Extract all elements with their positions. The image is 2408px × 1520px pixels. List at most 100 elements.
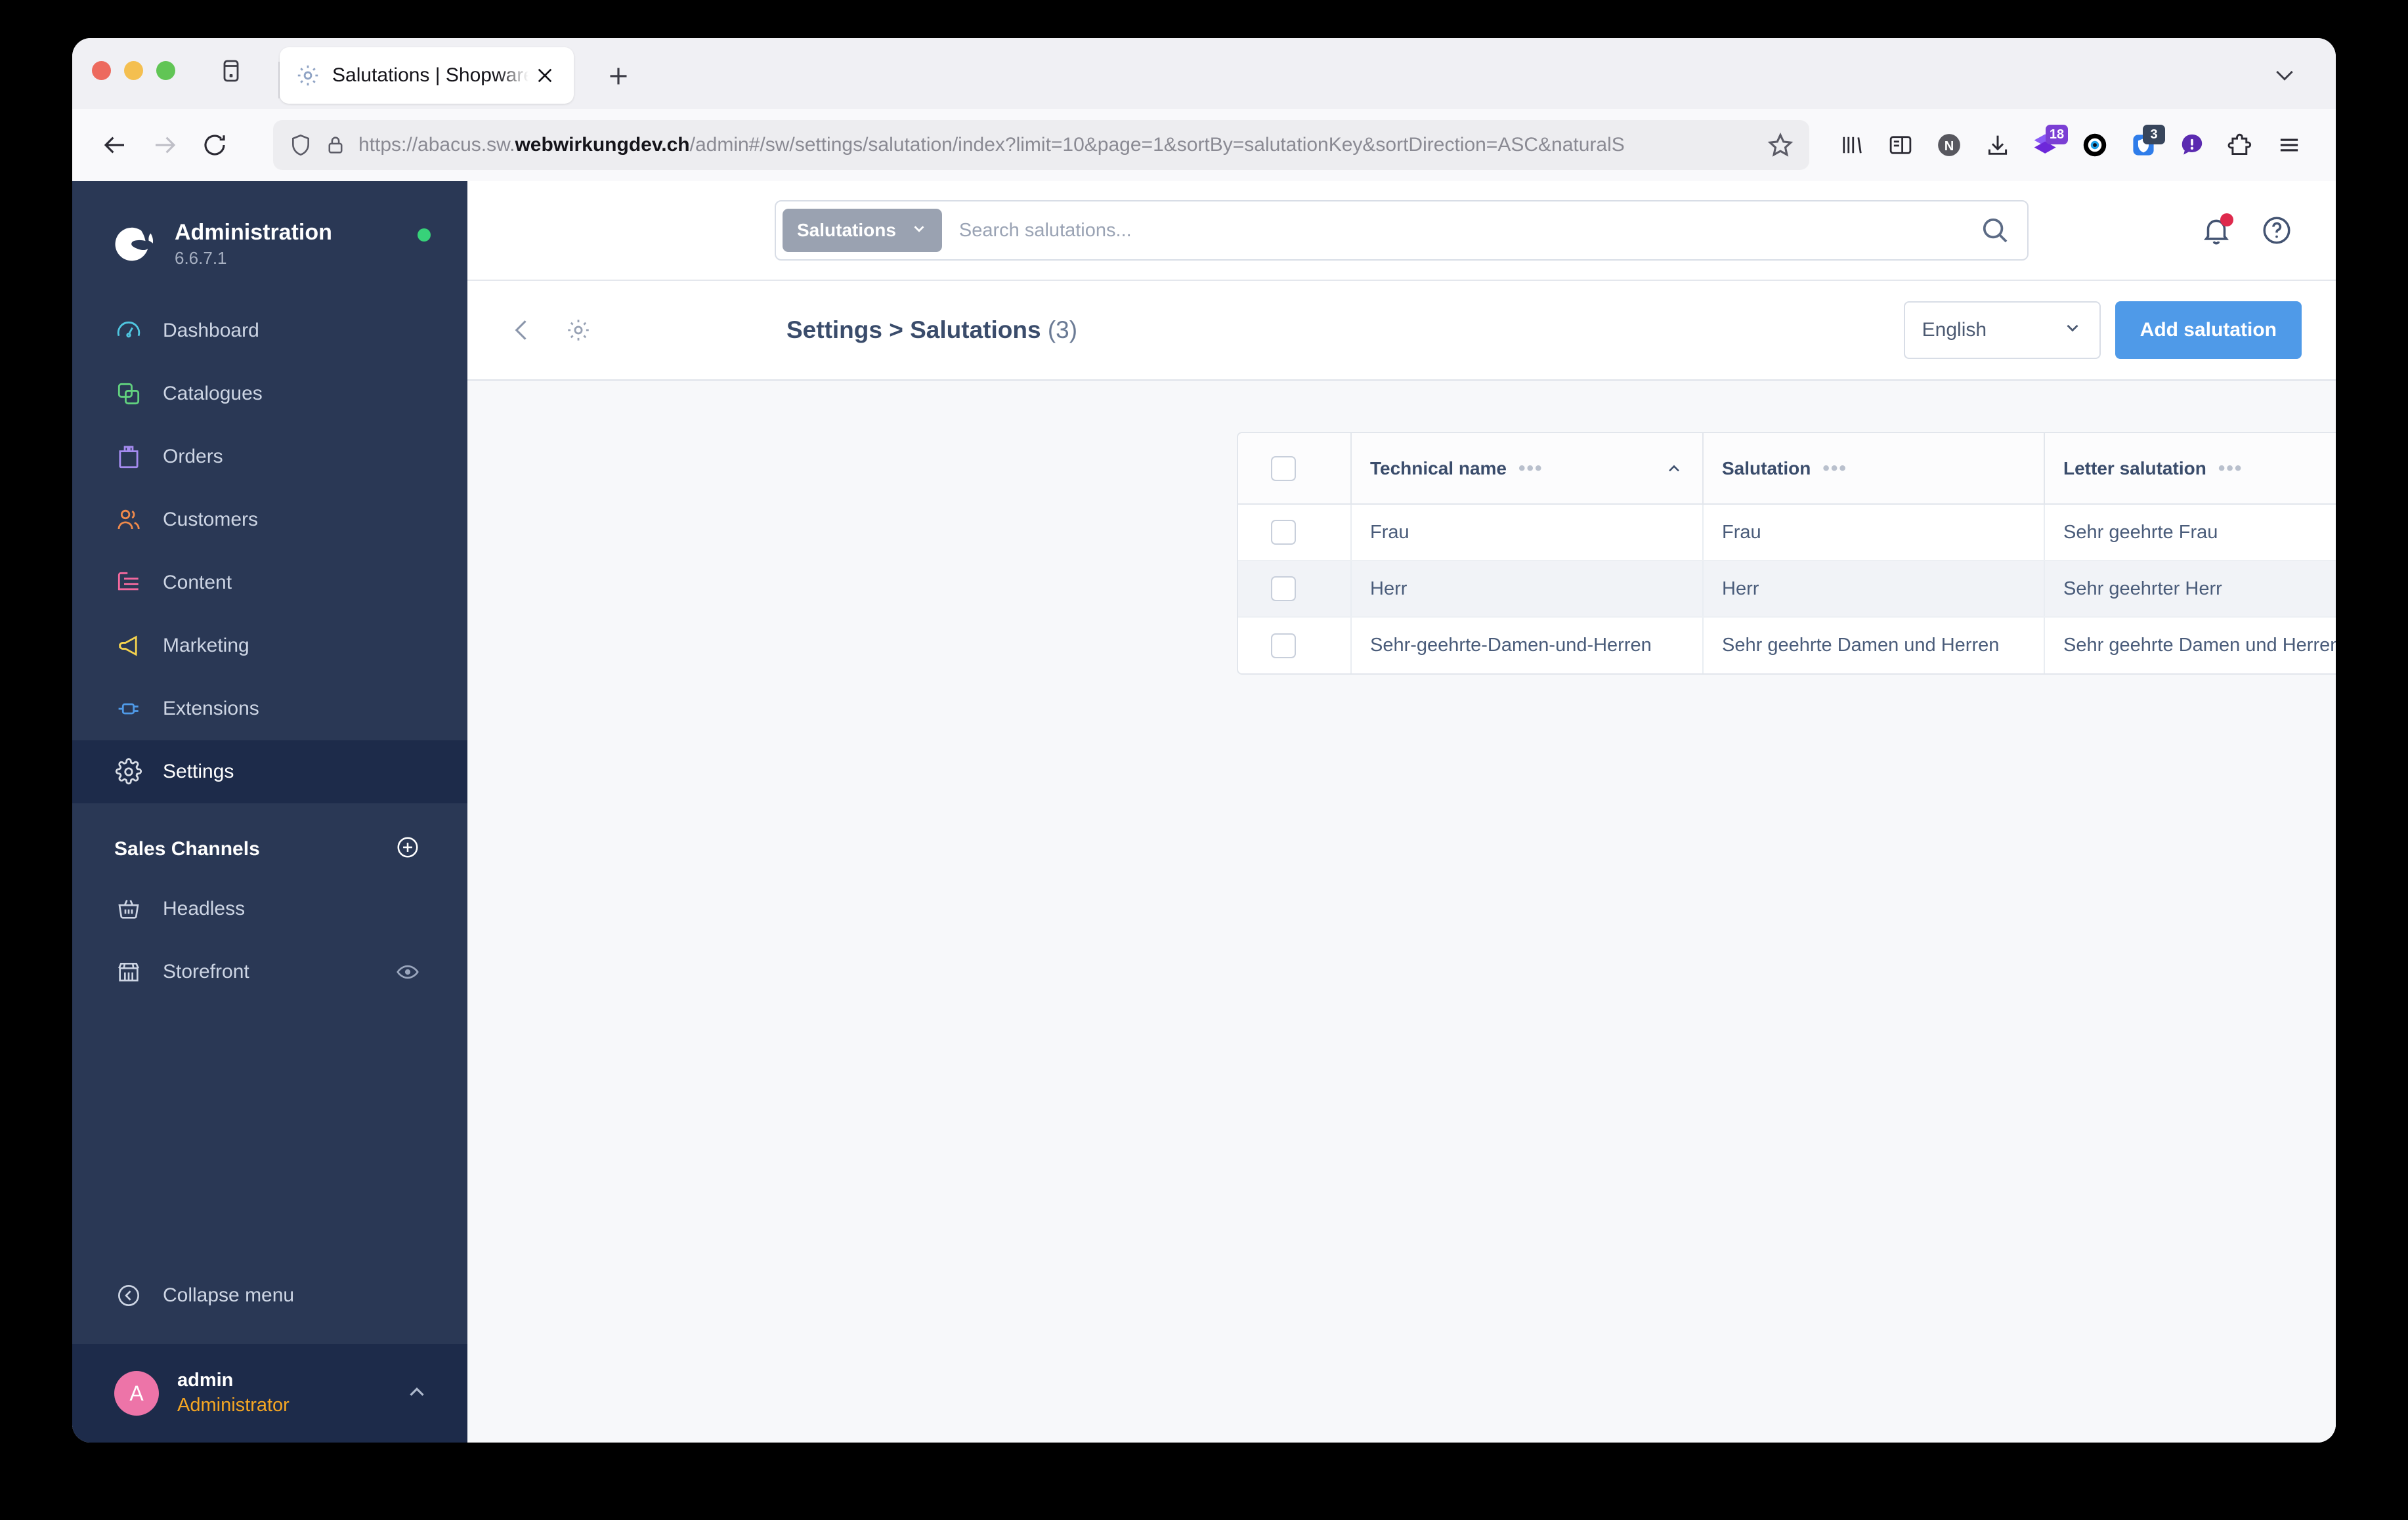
alert-extension-icon[interactable] — [2168, 121, 2216, 169]
eye-extension-icon[interactable] — [2071, 121, 2119, 169]
column-header-letter-salutation[interactable]: Letter salutation ••• — [2044, 433, 2336, 505]
plus-icon[interactable] — [600, 58, 637, 95]
row-checkbox-cell — [1238, 560, 1352, 618]
sidebar-item-catalogues[interactable]: Catalogues — [72, 362, 467, 425]
cell-technical-name: Herr — [1351, 560, 1704, 618]
sidebar-icon[interactable] — [1876, 121, 1925, 169]
search-input[interactable] — [941, 219, 1979, 242]
plus-circle-icon[interactable] — [395, 835, 420, 863]
table-row[interactable]: Frau Frau Sehr geehrte Frau ••• — [1238, 504, 2336, 561]
tab-list-icon[interactable] — [218, 38, 244, 109]
sidebar-item-extensions[interactable]: Extensions — [72, 677, 467, 740]
sidebar-item-settings[interactable]: Settings — [72, 740, 467, 803]
sidebar: Administration 6.6.7.1 Dashboard Catalog… — [72, 181, 467, 1443]
shield-extension-icon[interactable]: 3 — [2119, 121, 2168, 169]
extension-purple-icon[interactable]: 18 — [2022, 121, 2071, 169]
cell-salutation: Sehr geehrte Damen und Herren — [1703, 617, 2045, 673]
sidebar-header[interactable]: Administration 6.6.7.1 — [72, 181, 467, 280]
add-salutation-button[interactable]: Add salutation — [2115, 301, 2302, 359]
ellipsis-icon[interactable]: ••• — [1518, 458, 1543, 478]
sidebar-item-content[interactable]: Content — [72, 551, 467, 614]
sidebar-item-customers[interactable]: Customers — [72, 488, 467, 551]
sidebar-item-headless[interactable]: Headless — [72, 877, 467, 940]
content-area: Technical name ••• Salutation ••• Letter… — [467, 381, 2336, 1443]
cell-technical-name: Sehr-geehrte-Damen-und-Herren — [1351, 617, 1704, 673]
sidebar-title: Administration — [175, 219, 332, 245]
padlock-icon[interactable] — [324, 134, 347, 156]
checkbox-icon[interactable] — [1271, 455, 1296, 481]
ellipsis-icon[interactable]: ••• — [2218, 458, 2243, 478]
address-bar[interactable]: https://abacus.sw.webwirkungdev.ch/admin… — [273, 120, 1809, 170]
search-scope-label: Salutations — [797, 220, 896, 240]
sidebar-item-orders[interactable]: Orders — [72, 425, 467, 488]
catalogues-icon — [114, 379, 143, 408]
checkbox-icon[interactable] — [1271, 576, 1296, 601]
page-title-count: (3) — [1047, 316, 1078, 343]
sidebar-item-storefront[interactable]: Storefront — [72, 940, 467, 1003]
global-search[interactable]: Salutations — [775, 200, 2029, 261]
shield-icon[interactable] — [288, 132, 314, 158]
chevron-up-icon[interactable] — [1664, 459, 1684, 478]
browser-navigation-bar: https://abacus.sw.webwirkungdev.ch/admin… — [72, 109, 2336, 181]
close-icon[interactable] — [530, 61, 559, 90]
row-checkbox-cell — [1238, 617, 1352, 673]
status-dot — [417, 228, 431, 242]
cell-letter-salutation: Sehr geehrte Damen und Herren — [2044, 617, 2336, 673]
maximize-window-button[interactable] — [156, 60, 175, 80]
language-select[interactable]: English — [1903, 301, 2101, 359]
sidebar-nav: Dashboard Catalogues Orders Customers Co… — [72, 299, 467, 803]
notion-icon[interactable]: N — [1925, 121, 1973, 169]
chevron-up-icon[interactable] — [404, 1380, 429, 1408]
basket-icon — [114, 895, 143, 923]
sidebar-item-dashboard[interactable]: Dashboard — [72, 299, 467, 362]
gear-icon[interactable] — [562, 314, 595, 347]
downloads-icon[interactable] — [1973, 121, 2022, 169]
help-circle-icon[interactable] — [2258, 212, 2295, 249]
browser-tab-strip: Salutations | Shopware Administ — [72, 38, 2336, 109]
app-menu-icon[interactable] — [2265, 121, 2313, 169]
extension-badge: 18 — [2046, 125, 2068, 144]
table-row[interactable]: Herr Herr Sehr geehrter Herr ••• — [1238, 560, 2336, 618]
column-header-technical-name[interactable]: Technical name ••• — [1351, 433, 1704, 505]
chevron-down-icon[interactable] — [2266, 56, 2303, 93]
checkbox-icon[interactable] — [1271, 633, 1296, 658]
search-icon[interactable] — [1979, 214, 2011, 247]
shield-badge: 3 — [2143, 125, 2165, 144]
reload-icon[interactable] — [194, 125, 235, 165]
salutations-table-card: Technical name ••• Salutation ••• Letter… — [1237, 432, 2336, 675]
customers-icon — [114, 505, 143, 534]
store-icon — [114, 958, 143, 986]
library-icon[interactable] — [1828, 121, 1876, 169]
minimize-window-button[interactable] — [124, 60, 143, 80]
table-row[interactable]: Sehr-geehrte-Damen-und-Herren Sehr geehr… — [1238, 617, 2336, 673]
page-header: Settings > Salutations (3) English Add s… — [467, 281, 2336, 381]
extensions-icon — [114, 694, 143, 723]
browser-tab[interactable]: Salutations | Shopware Administ — [280, 47, 574, 104]
bell-icon[interactable] — [2198, 212, 2235, 249]
puzzle-icon[interactable] — [2216, 121, 2265, 169]
close-window-button[interactable] — [92, 60, 111, 80]
select-all-header — [1238, 433, 1352, 505]
notification-badge — [2220, 213, 2233, 226]
sales-channels-title: Sales Channels — [114, 837, 260, 860]
sidebar-user[interactable]: A admin Administrator — [72, 1344, 467, 1443]
shopware-admin-app: Administration 6.6.7.1 Dashboard Catalog… — [72, 181, 2336, 1443]
cell-letter-salutation: Sehr geehrte Frau — [2044, 504, 2336, 561]
sidebar-item-marketing[interactable]: Marketing — [72, 614, 467, 677]
orders-icon — [114, 442, 143, 471]
star-icon[interactable] — [1766, 131, 1795, 159]
sidebar-item-label: Extensions — [163, 698, 259, 719]
sidebar-version: 6.6.7.1 — [175, 248, 227, 268]
chevron-left-icon[interactable] — [505, 314, 538, 347]
user-role: Administrator — [177, 1395, 290, 1416]
eye-icon[interactable] — [395, 960, 420, 984]
sidebar-item-label: Dashboard — [163, 320, 259, 341]
back-arrow-icon[interactable] — [95, 125, 135, 165]
checkbox-icon[interactable] — [1271, 520, 1296, 545]
ellipsis-icon[interactable]: ••• — [1822, 458, 1847, 478]
marketing-icon — [114, 631, 143, 660]
search-scope-selector[interactable]: Salutations — [783, 209, 942, 252]
column-header-salutation[interactable]: Salutation ••• — [1703, 433, 2045, 505]
collapse-menu-button[interactable]: Collapse menu — [72, 1264, 467, 1327]
forward-arrow-icon[interactable] — [144, 125, 185, 165]
